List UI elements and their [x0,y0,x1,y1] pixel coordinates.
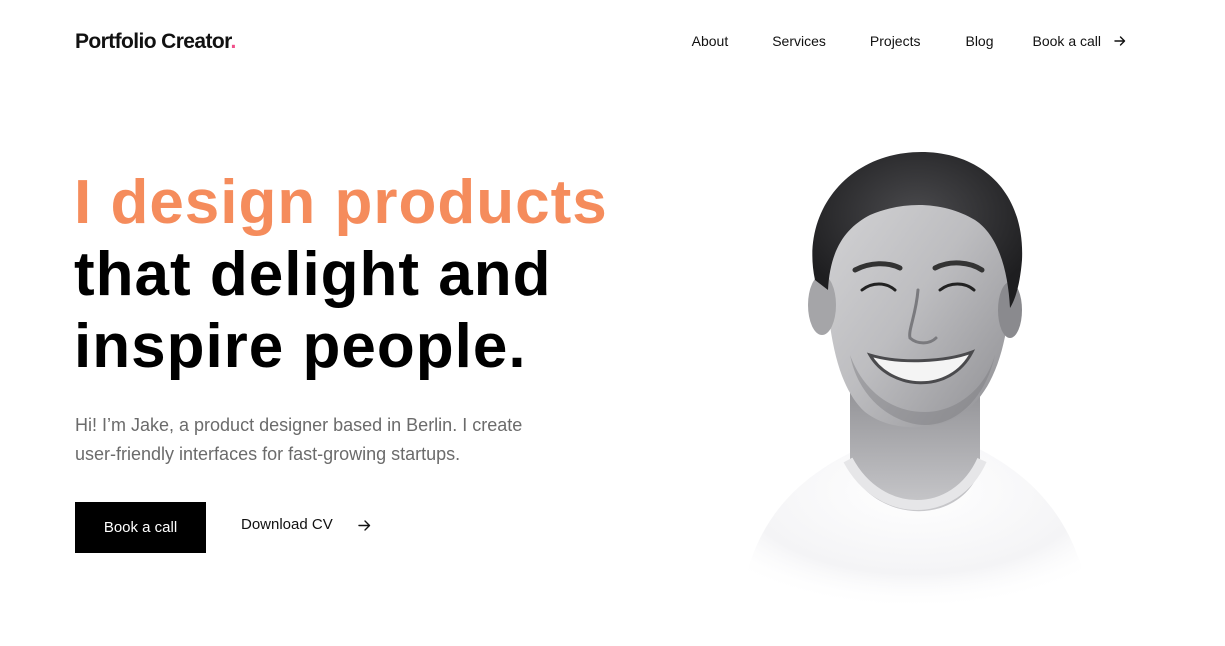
logo[interactable]: Portfolio Creator. [75,29,236,55]
portrait-photo [740,151,1090,610]
page: Portfolio Creator. About Services Projec… [0,0,1225,646]
download-cv-label: Download CV [241,516,333,533]
download-cv-button[interactable]: Download CV [241,515,371,535]
headline-line-2: that delight and [74,240,552,309]
nav-link-projects[interactable]: Projects [870,31,921,51]
arrow-right-icon [358,519,370,531]
book-call-button[interactable]: Book a call [75,502,206,553]
nav-link-blog[interactable]: Blog [965,31,993,51]
logo-text: Portfolio Creator [75,30,231,53]
nav-link-services[interactable]: Services [772,31,826,51]
nav-book-call-link[interactable]: Book a call [1033,31,1126,51]
headline-accent-line: I design products [74,168,608,237]
intro-line-1: Hi! I’m Jake, a product designer based i… [75,415,523,435]
headline-line-3: inspire people. [74,312,527,381]
nav-link-about[interactable]: About [692,31,729,51]
hero-intro: Hi! I’m Jake, a product designer based i… [75,411,575,469]
hero-headline: I design products that delight and inspi… [74,167,608,383]
main-nav: About Services Projects Blog Book a call [692,31,1126,51]
logo-dot: . [230,30,236,53]
nav-book-call-label: Book a call [1032,33,1101,49]
arrow-right-icon [1114,36,1126,46]
intro-line-2: user-friendly interfaces for fast-growin… [75,444,461,464]
